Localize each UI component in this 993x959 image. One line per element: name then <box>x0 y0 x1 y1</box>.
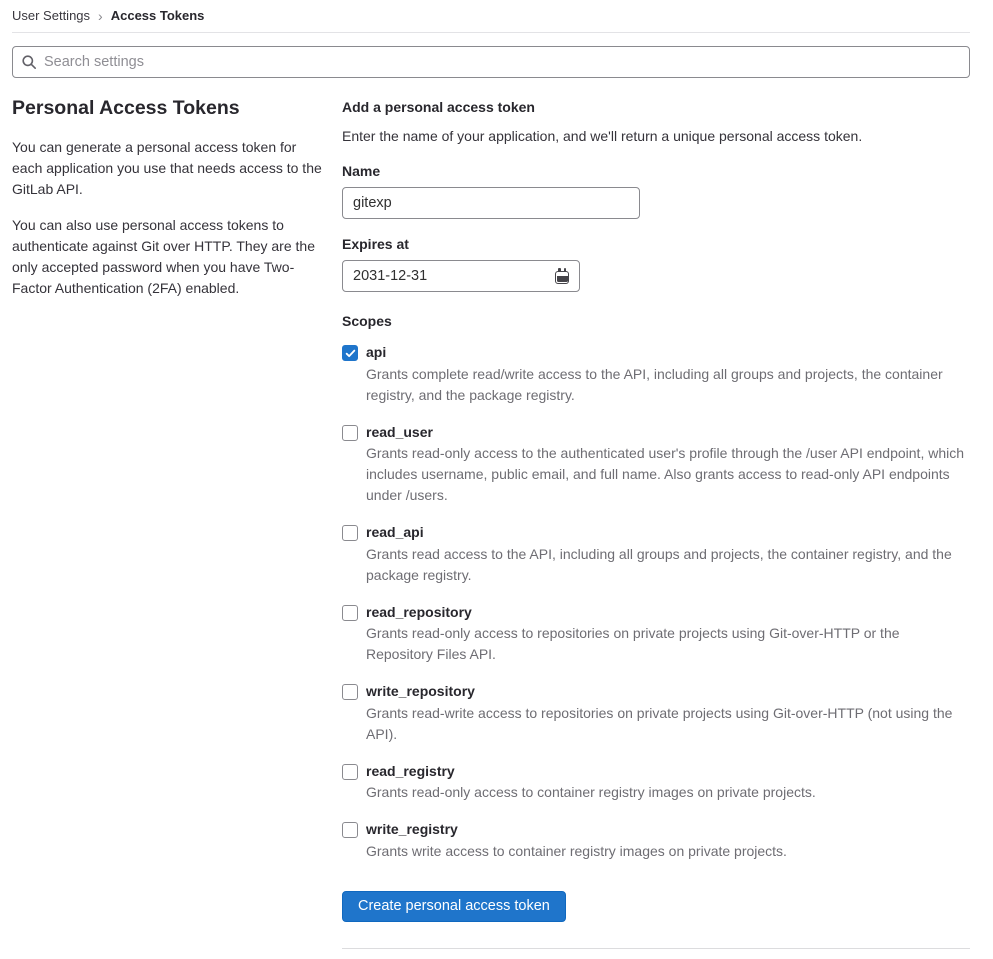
scope-description: Grants read-only access to the authentic… <box>366 445 965 503</box>
calendar-icon[interactable] <box>554 268 570 284</box>
description-paragraph-1: You can generate a personal access token… <box>12 139 322 197</box>
section-description-column: Personal Access Tokens You can generate … <box>12 95 330 314</box>
scope-checkbox[interactable] <box>342 684 358 700</box>
scope-checkbox[interactable] <box>342 424 358 441</box>
create-token-button[interactable]: Create personal access token <box>342 890 566 922</box>
scope-label[interactable]: read_user <box>366 422 970 443</box>
search-input[interactable] <box>12 46 970 78</box>
settings-search <box>12 46 970 78</box>
header-divider <box>12 32 970 33</box>
scope-label[interactable]: read_api <box>366 522 970 543</box>
expires-at-input[interactable] <box>342 260 580 292</box>
scope-label[interactable]: read_repository <box>366 602 970 623</box>
scope-row: read_repository Grants read-only access … <box>342 602 970 666</box>
scope-checkbox[interactable] <box>342 763 358 780</box>
breadcrumb-user-settings[interactable]: User Settings <box>12 8 90 23</box>
token-name-input[interactable] <box>342 187 640 219</box>
scope-checkbox[interactable] <box>342 345 358 361</box>
form-description: Enter the name of your application, and … <box>342 128 863 144</box>
scope-description: Grants read access to the API, including… <box>366 545 952 583</box>
scope-row: write_registry Grants write access to co… <box>342 819 970 862</box>
scope-label[interactable]: api <box>366 342 970 363</box>
checkmark-icon <box>345 349 355 357</box>
scope-row: write_repository Grants read-write acces… <box>342 681 970 745</box>
settings-page: User Settings › Access Tokens Personal A… <box>12 0 970 959</box>
scope-row: api Grants complete read/write access to… <box>342 342 970 406</box>
description-paragraph-2: You can also use personal access tokens … <box>12 217 315 296</box>
scope-row: read_api Grants read access to the API, … <box>342 522 970 586</box>
scope-description: Grants read-only access to container reg… <box>366 784 816 800</box>
breadcrumb-access-tokens: Access Tokens <box>110 8 205 23</box>
scopes-list: api Grants complete read/write access to… <box>342 342 970 862</box>
token-form: Add a personal access token Enter the na… <box>342 95 970 959</box>
scope-description: Grants write access to container registr… <box>366 842 787 859</box>
form-title: Add a personal access token <box>342 99 535 115</box>
name-label: Name <box>342 163 381 179</box>
page-title: Personal Access Tokens <box>12 97 240 119</box>
scope-checkbox[interactable] <box>342 525 358 541</box>
scope-checkbox[interactable] <box>342 604 358 621</box>
breadcrumb: User Settings › Access Tokens <box>12 0 970 24</box>
search-icon <box>22 55 36 69</box>
scope-checkbox[interactable] <box>342 822 358 838</box>
scope-label[interactable]: write_registry <box>366 819 787 840</box>
scopes-label: Scopes <box>342 313 392 329</box>
expires-at-label: Expires at <box>342 236 409 252</box>
scope-label[interactable]: read_registry <box>366 761 816 782</box>
scope-row: read_registry Grants read-only access to… <box>342 761 970 804</box>
scope-description: Grants read-write access to repositories… <box>366 704 953 742</box>
scope-description: Grants read-only access to repositories … <box>366 625 900 662</box>
scope-description: Grants complete read/write access to the… <box>366 365 943 403</box>
chevron-right-icon: › <box>98 8 103 24</box>
scope-label[interactable]: write_repository <box>366 681 970 702</box>
scope-row: read_user Grants read-only access to the… <box>342 422 970 507</box>
